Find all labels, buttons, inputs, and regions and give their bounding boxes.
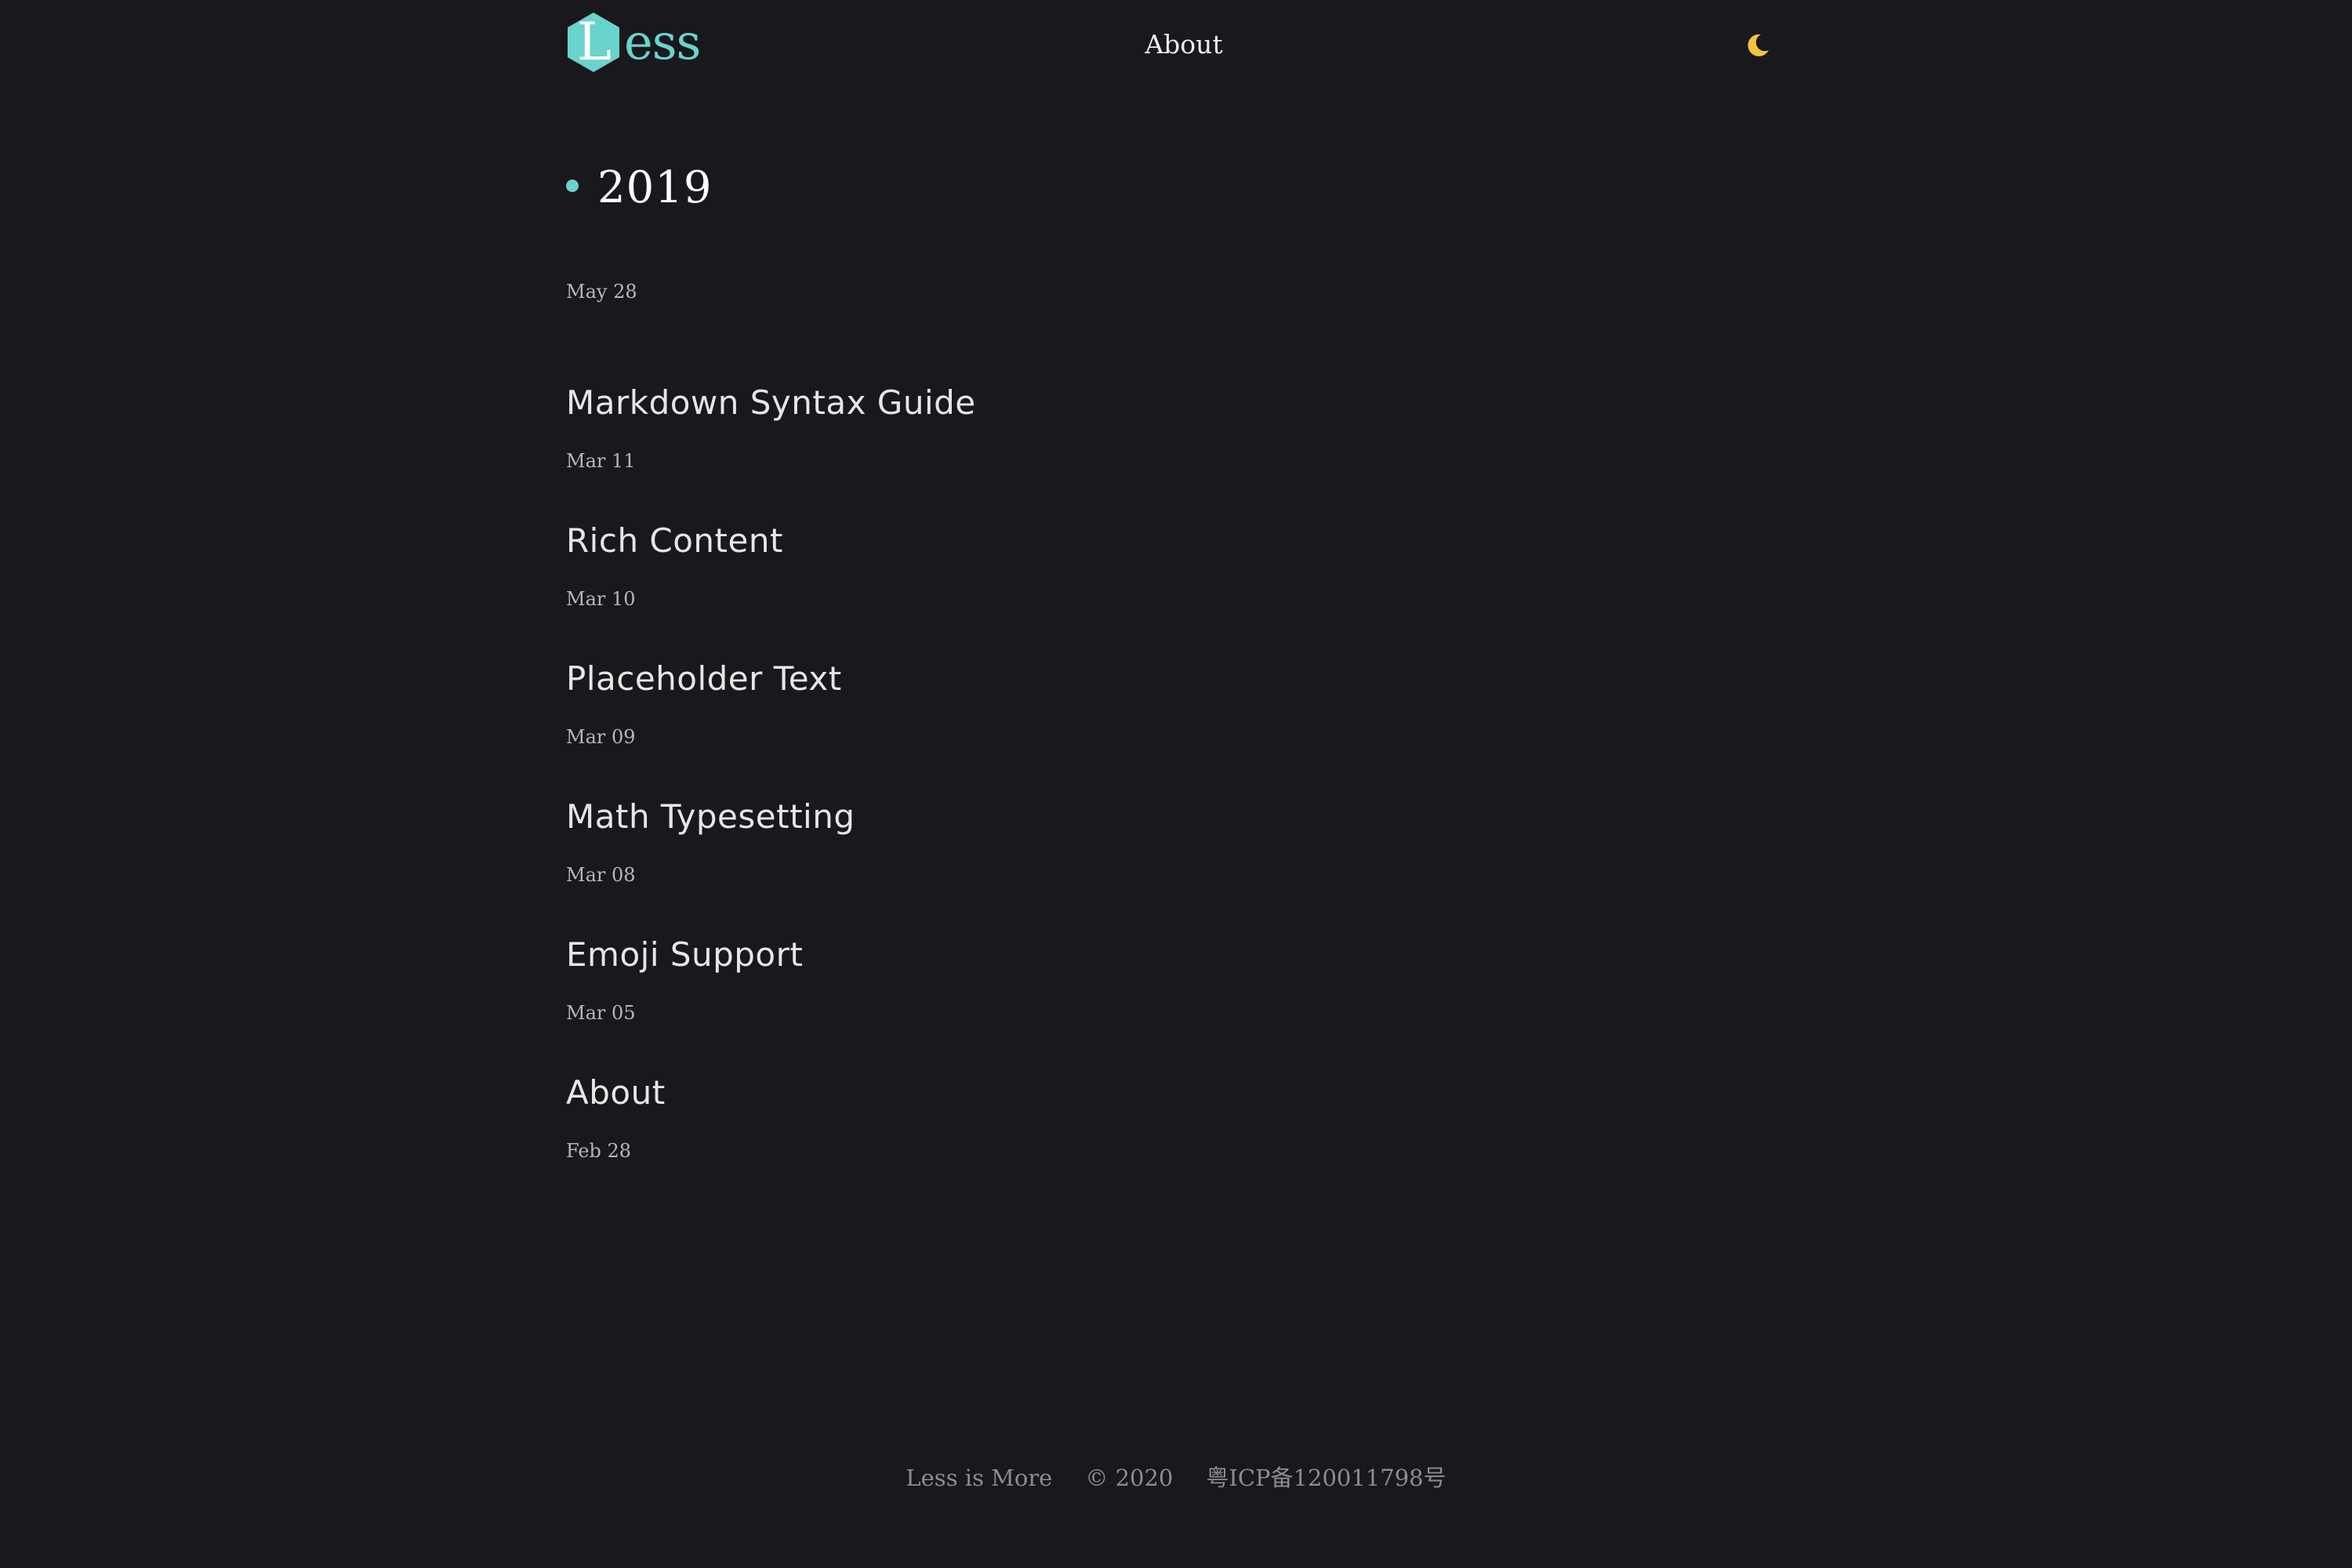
page-container: L ess About 2019 May 28 Markdown Syntax … [566,0,1773,1568]
footer-icp-link[interactable]: 粤ICP备120011798号 [1206,1458,1446,1497]
post-item: Emoji Support Mar 05 [566,859,1773,1024]
post-item: About Feb 28 [566,997,1773,1162]
post-title-link[interactable]: Math Typesetting [566,795,855,839]
archive-year: 2019 [597,162,713,213]
post-title-link[interactable]: About [566,1071,666,1115]
archive-year-heading: 2019 [566,157,713,220]
site-header: L ess About [566,0,1773,93]
site-footer: Less is More © 2020 粤ICP备120011798号 [0,1458,2352,1497]
post-title-link[interactable]: Rich Content [566,519,783,563]
post-item: Placeholder Text Mar 09 [566,583,1773,748]
post-title-link[interactable]: Placeholder Text [566,657,842,701]
site-logo[interactable]: L ess [566,11,701,74]
post-item: Markdown Syntax Guide Mar 11 [566,307,1773,472]
footer-tagline: Less is More [906,1465,1053,1491]
post-title-link[interactable]: Markdown Syntax Guide [566,381,976,425]
post-item: Math Typesetting Mar 08 [566,721,1773,886]
post-list: May 28 Markdown Syntax Guide Mar 11 Rich… [566,276,1773,1162]
logo-hexagon-icon: L [566,11,621,74]
post-item: Rich Content Mar 10 [566,445,1773,610]
post-title-link[interactable]: Emoji Support [566,933,803,977]
year-bullet-dot [566,180,579,192]
post-date: Feb 28 [566,1140,632,1162]
post-date: May 28 [566,281,637,303]
logo-text: ess [624,13,701,71]
logo-letter: L [577,12,612,72]
nav-link-about[interactable]: About [1145,25,1222,64]
footer-copyright: © 2020 [1085,1465,1174,1491]
theme-toggle-button[interactable] [1744,31,1772,60]
moon-icon [1748,34,1769,56]
